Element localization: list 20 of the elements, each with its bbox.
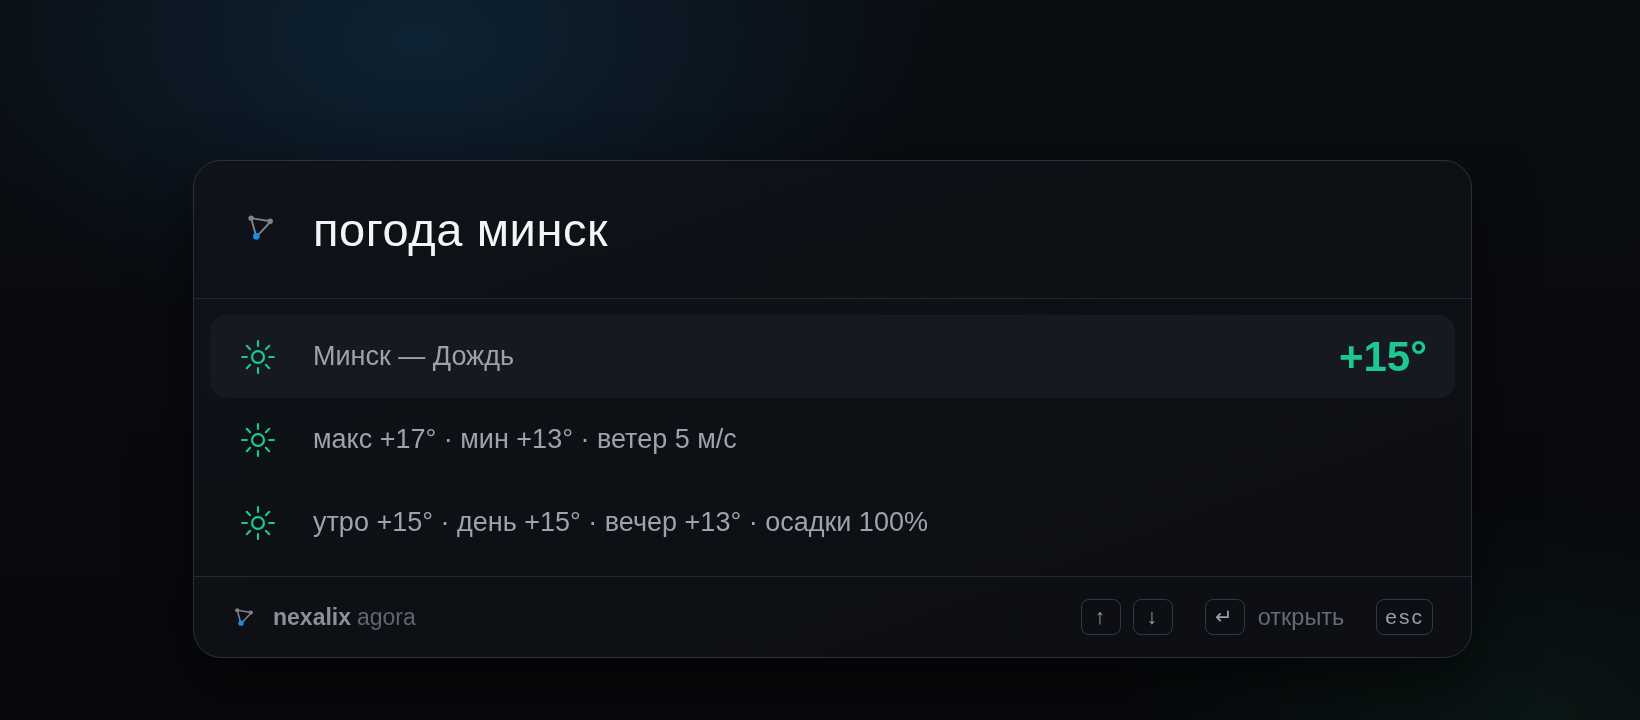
sun-icon bbox=[240, 421, 276, 458]
sun-icon bbox=[240, 338, 276, 375]
result-text: утро +15° · день +15° · вечер +13° · осадки 100% bbox=[313, 507, 928, 538]
result-row[interactable]: макс +17° · мин +13° · ветер 5 м/с bbox=[210, 398, 1455, 481]
result-text: Минск — Дождь bbox=[313, 341, 514, 372]
search-field[interactable]: погода минск bbox=[313, 199, 953, 260]
keycap: ↓ bbox=[1132, 599, 1173, 635]
temperature-text: +15° bbox=[1338, 332, 1427, 381]
brand-name: nexalix bbox=[273, 603, 351, 631]
sun-icon bbox=[240, 504, 276, 541]
shortcut-hint: открыть bbox=[1257, 603, 1345, 631]
result-row[interactable]: Минск — Дождь +15° bbox=[210, 315, 1455, 398]
result-text: макс +17° · мин +13° · ветер 5 м/с bbox=[313, 424, 737, 455]
result-row[interactable]: утро +15° · день +15° · вечер +13° · осадки 100% bbox=[210, 481, 1455, 564]
node-graph-icon bbox=[248, 215, 273, 240]
node-graph-icon bbox=[235, 608, 253, 626]
keycap: ↑ bbox=[1080, 599, 1121, 635]
keycap: esc bbox=[1376, 599, 1433, 635]
keycap: ↵ bbox=[1204, 599, 1245, 635]
product-name: agora bbox=[357, 603, 416, 631]
